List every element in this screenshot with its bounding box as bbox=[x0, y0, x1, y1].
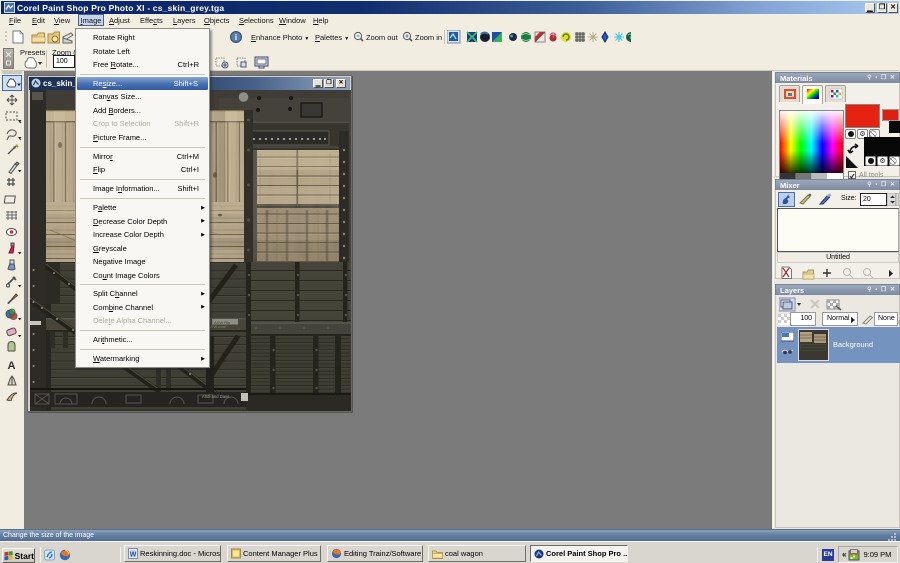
svg-text:W: W bbox=[130, 552, 137, 559]
svg-text:i: i bbox=[235, 33, 237, 42]
svg-text:A: A bbox=[8, 360, 16, 372]
svg-text:Andi and Dave: Andi and Dave bbox=[202, 394, 230, 399]
svg-text:ASW coal: ASW coal bbox=[208, 324, 226, 329]
